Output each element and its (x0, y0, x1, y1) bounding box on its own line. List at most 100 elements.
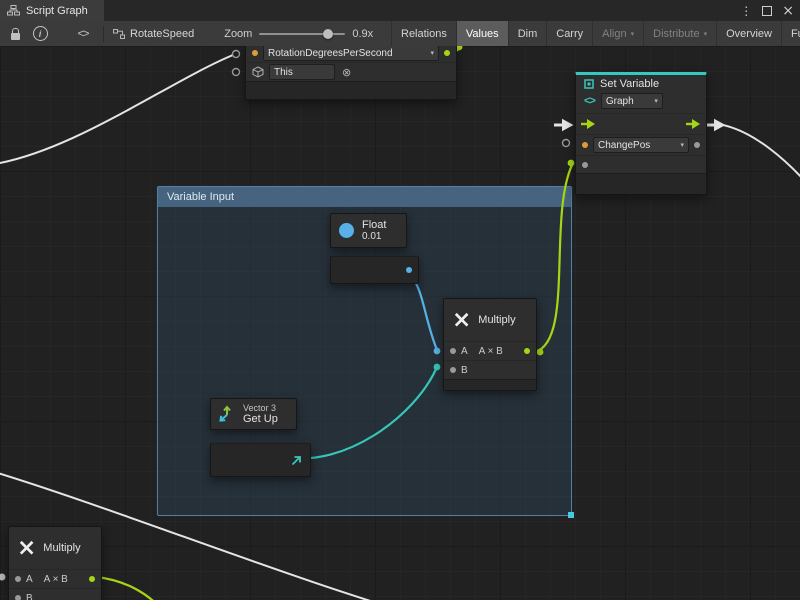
script-graph-window: Script Graph ⋮ × i <> RotateSpeed Zoom (0, 0, 800, 600)
port-multiply-a-outer[interactable] (434, 348, 441, 355)
wire-multiply-bottom-output[interactable] (97, 577, 164, 600)
port-b-label: B (461, 365, 468, 376)
node-body-strip (444, 379, 536, 390)
node-float-port-strip[interactable] (330, 256, 419, 284)
port-variable-kind[interactable] (252, 50, 258, 56)
node-vector3-get-up[interactable]: Vector 3 Get Up (210, 398, 297, 430)
port-setvariable-name-outer[interactable] (563, 140, 570, 147)
variable-name-dropdown[interactable]: RotationDegreesPerSecond ▾ (263, 46, 439, 61)
multiply-icon: × (452, 309, 471, 332)
lock-icon-button[interactable] (7, 26, 23, 42)
window-menu-icon[interactable]: ⋮ (740, 4, 752, 18)
graph-toolbar: i <> RotateSpeed Zoom 0.9x Relations Val… (0, 21, 800, 47)
flow-arrow-out-icon[interactable] (706, 119, 726, 131)
set-variable-icon (584, 79, 594, 89)
port-input-value[interactable] (582, 162, 588, 168)
graph-name[interactable]: RotateSpeed (113, 28, 194, 40)
lock-icon (11, 33, 20, 40)
graph-asset-icon (113, 29, 125, 39)
port-multiply-result-outer[interactable] (537, 349, 544, 356)
port-multiply-bottom-a-outer[interactable] (0, 574, 6, 581)
wire-multiply-to-setvariable[interactable] (535, 165, 572, 352)
port-setvariable-value-outer[interactable] (568, 160, 575, 167)
toolbar-buttons: Relations Values Dim Carry Align▾ Distri… (391, 21, 800, 46)
get-up-arrow-icon (290, 454, 303, 467)
port-output-value[interactable] (694, 142, 700, 148)
port-variable-name-outer[interactable] (233, 51, 240, 58)
node-title: Float (362, 219, 386, 231)
port-target-outer[interactable] (233, 69, 240, 76)
port-a-label: A (461, 346, 468, 357)
chevron-down-icon: ▾ (631, 30, 635, 38)
port-a-label: A (26, 574, 33, 585)
tab-script-graph[interactable]: Script Graph (0, 0, 104, 21)
port-variable-kind[interactable] (582, 142, 588, 148)
flow-out-arrow-icon[interactable] (686, 118, 701, 130)
result-label: A × B (479, 346, 503, 357)
chevron-down-icon: ▾ (704, 30, 708, 38)
wire-flow-out-right[interactable] (723, 125, 800, 189)
node-title: Get Up (243, 413, 278, 425)
zoom-label: Zoom (224, 28, 252, 40)
node-title: Multiply (478, 314, 515, 326)
code-view-button[interactable]: <> (75, 26, 91, 42)
target-label: This (274, 67, 293, 78)
scope-dropdown[interactable]: Graph ▾ (601, 93, 663, 109)
align-button[interactable]: Align▾ (592, 21, 643, 46)
chevron-down-icon: ▾ (430, 49, 434, 57)
port-a-input[interactable] (15, 576, 21, 582)
node-title: Set Variable (600, 78, 659, 90)
zoom-slider-handle[interactable] (323, 29, 333, 39)
full-screen-button[interactable]: Full Screen (781, 21, 800, 46)
chevron-down-icon: ▾ (680, 141, 684, 149)
float-type-icon (339, 223, 354, 238)
float-value[interactable]: 0.01 (362, 231, 386, 242)
port-a-input[interactable] (450, 348, 456, 354)
values-button[interactable]: Values (456, 21, 508, 46)
variable-name: RotationDegreesPerSecond (268, 48, 393, 59)
gameobject-cube-icon (252, 66, 264, 78)
node-title: Multiply (43, 542, 80, 554)
node-multiply-bottom[interactable]: × Multiply A A × B B (8, 526, 102, 600)
tab-title: Script Graph (26, 5, 88, 17)
distribute-button[interactable]: Distribute▾ (643, 21, 716, 46)
title-bar: Script Graph ⋮ × (0, 0, 800, 21)
variable-name-dropdown[interactable]: ChangePos ▾ (593, 137, 689, 153)
zoom-slider[interactable] (259, 33, 345, 35)
target-field[interactable]: This (269, 64, 335, 80)
port-float-output[interactable] (406, 267, 412, 273)
node-set-variable[interactable]: Set Variable <> Graph ▾ (575, 72, 707, 195)
relations-button[interactable]: Relations (391, 21, 456, 46)
flow-arrow-in-icon[interactable] (554, 119, 574, 131)
node-vector3-port-strip[interactable] (210, 443, 311, 477)
scope-label: Graph (606, 96, 634, 107)
maximize-icon[interactable] (762, 6, 772, 16)
info-icon-button[interactable]: i (32, 26, 48, 42)
result-label: A × B (44, 574, 68, 585)
graph-name-label: RotateSpeed (130, 28, 194, 40)
node-get-variable[interactable]: RotationDegreesPerSecond ▾ This ⊗ (245, 46, 457, 100)
zoom-control: Zoom 0.9x (224, 28, 373, 40)
port-result-output[interactable] (524, 348, 530, 354)
code-icon: <> (78, 28, 89, 40)
close-icon[interactable]: × (782, 4, 794, 18)
info-icon: i (33, 26, 48, 41)
port-b-input[interactable] (15, 595, 21, 600)
variable-name: ChangePos (598, 140, 650, 151)
dim-button[interactable]: Dim (508, 21, 547, 46)
node-float[interactable]: Float 0.01 (330, 213, 407, 248)
flow-in-arrow-icon[interactable] (581, 118, 596, 130)
port-result-output[interactable] (89, 576, 95, 582)
graph-canvas[interactable]: Variable Input (0, 46, 800, 600)
toolbar-separator (103, 26, 104, 42)
overview-button[interactable]: Overview (716, 21, 781, 46)
port-multiply-b-outer[interactable] (434, 364, 441, 371)
port-value-output[interactable] (444, 50, 450, 56)
remove-target-icon[interactable]: ⊗ (342, 66, 351, 79)
port-b-input[interactable] (450, 367, 456, 373)
carry-button[interactable]: Carry (546, 21, 592, 46)
node-multiply-center[interactable]: × Multiply A A × B B (443, 298, 537, 391)
node-body-strip (576, 173, 706, 194)
chevron-down-icon: ▾ (654, 97, 658, 105)
script-graph-icon (7, 5, 20, 16)
